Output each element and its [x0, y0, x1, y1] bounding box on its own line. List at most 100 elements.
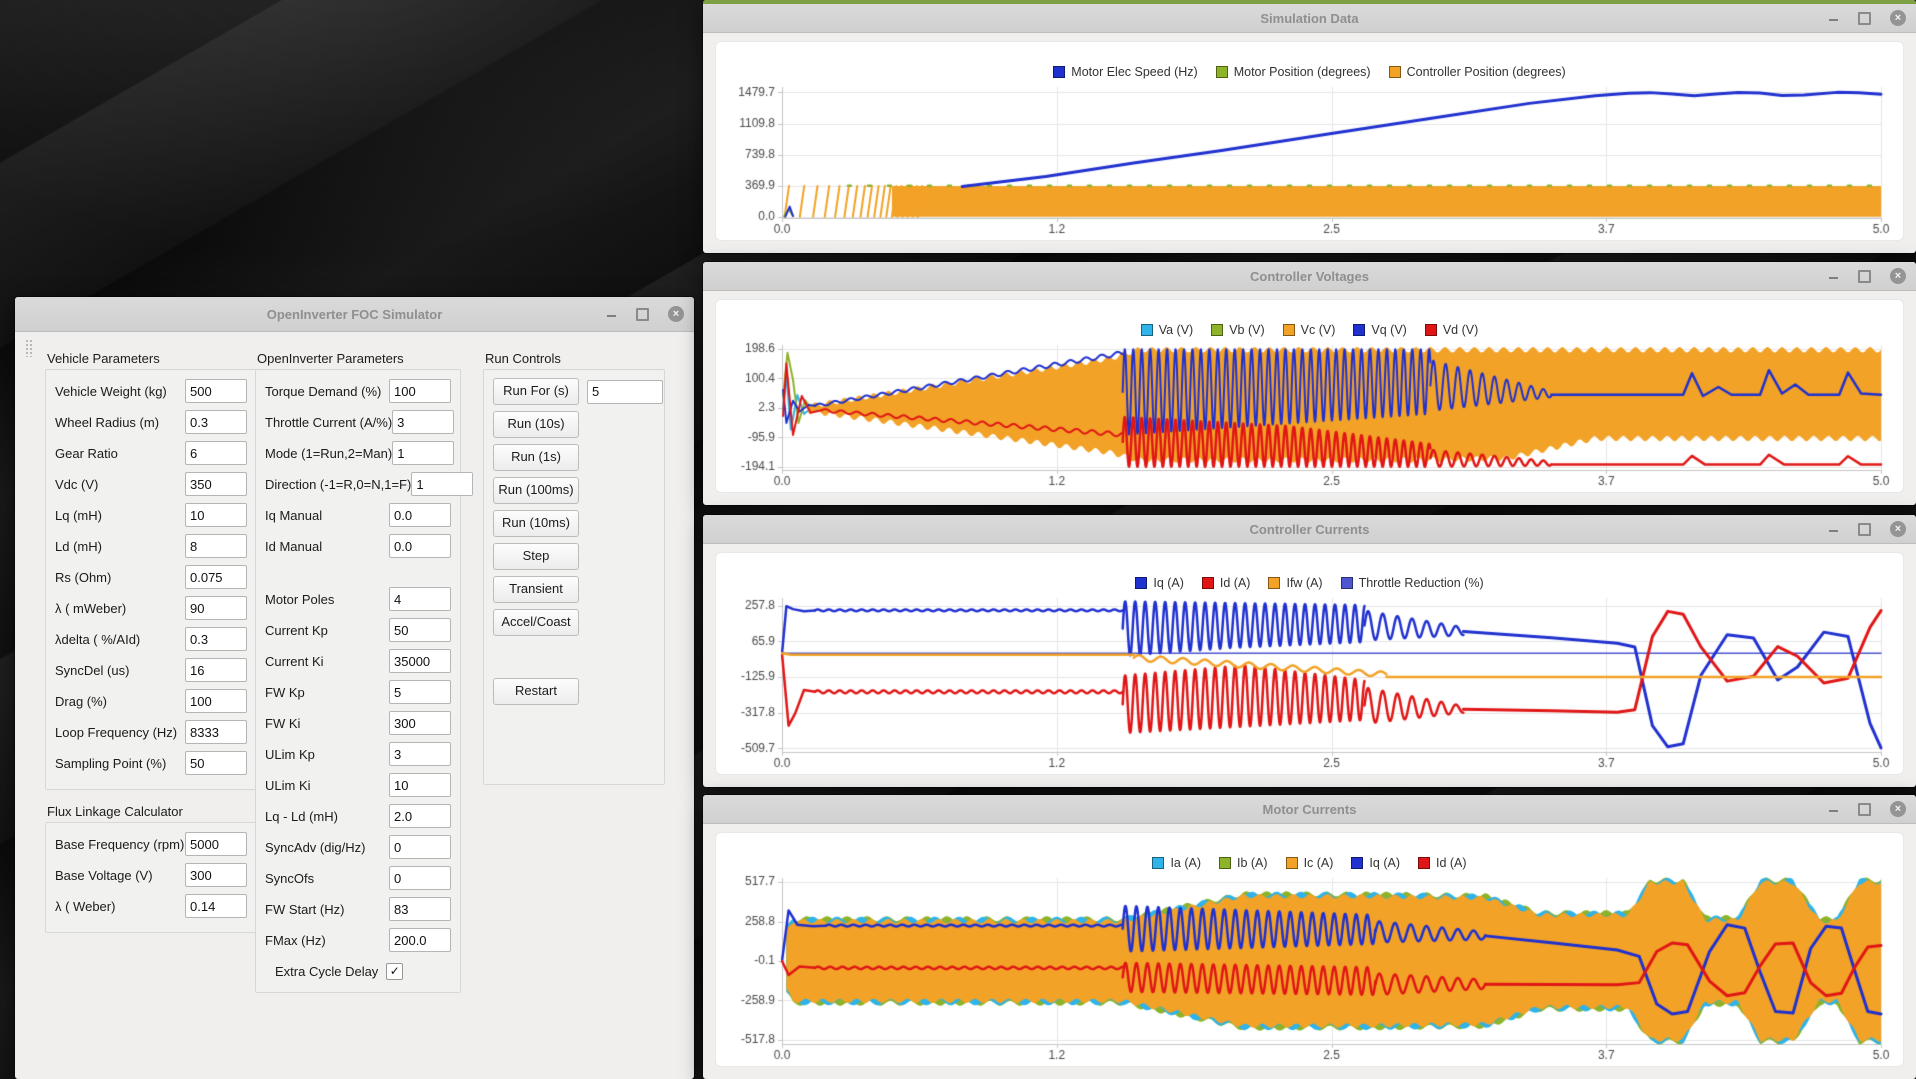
- param-row: FW Kp: [265, 679, 451, 705]
- minimize-icon[interactable]: [1828, 271, 1839, 282]
- param-row: Loop Frequency (Hz): [55, 719, 247, 745]
- drag-input[interactable]: [185, 689, 247, 713]
- gear-ratio-input[interactable]: [185, 441, 247, 465]
- section-header-openinverter-parameters: OpenInverter Parameters: [257, 351, 461, 366]
- param-row: λdelta ( %/AId): [55, 626, 247, 652]
- restore-icon[interactable]: [1858, 523, 1871, 536]
- restore-icon[interactable]: [1858, 803, 1871, 816]
- minimize-icon[interactable]: [1828, 804, 1839, 815]
- rs-ohm-label: Rs (Ohm): [55, 570, 185, 585]
- mweber-label: λ ( mWeber): [55, 601, 185, 616]
- simulator-titlebar[interactable]: OpenInverter FOC Simulator ×: [15, 297, 694, 332]
- throttle-current-a-input[interactable]: [392, 410, 454, 434]
- direction-1-r-0-n-1-f-input[interactable]: [411, 472, 473, 496]
- base-voltage-v-input[interactable]: [185, 863, 247, 887]
- button-run-1s[interactable]: Run (1s): [493, 444, 579, 471]
- section-header-vehicle-parameters: Vehicle Parameters: [47, 351, 257, 366]
- vehicle-weight-kg-input[interactable]: [185, 379, 247, 403]
- group-openinverter-parameters: Torque Demand (%) Throttle Current (A/%) M…: [255, 369, 461, 993]
- legend-item: Va (V): [1141, 323, 1194, 337]
- iq-manual-input[interactable]: [389, 503, 451, 527]
- legend-label: Id (A): [1436, 856, 1467, 870]
- legend-item: Ia (A): [1152, 856, 1201, 870]
- current-ki-input[interactable]: [389, 649, 451, 673]
- titlebar-motor-currents[interactable]: Motor Currents ×: [703, 795, 1916, 824]
- button-run-10s[interactable]: Run (10s): [493, 411, 579, 438]
- weber-input[interactable]: [185, 894, 247, 918]
- param-row: Wheel Radius (m): [55, 409, 247, 435]
- legend-swatch: [1353, 324, 1365, 336]
- fw-start-hz-input[interactable]: [389, 897, 451, 921]
- titlebar-controller-voltages[interactable]: Controller Voltages ×: [703, 262, 1916, 291]
- legend-item: Controller Position (degrees): [1389, 65, 1566, 79]
- restore-icon[interactable]: [1858, 12, 1871, 25]
- legend-label: Vc (V): [1301, 323, 1336, 337]
- minimize-icon[interactable]: [1828, 13, 1839, 24]
- button-step[interactable]: Step: [493, 543, 579, 570]
- sampling-point-input[interactable]: [185, 751, 247, 775]
- param-row: Mode (1=Run,2=Man): [265, 440, 451, 466]
- id-manual-input[interactable]: [389, 534, 451, 558]
- fw-ki-input[interactable]: [389, 711, 451, 735]
- button-run-for-s[interactable]: Run For (s): [493, 378, 579, 405]
- fmax-hz-input[interactable]: [389, 928, 451, 952]
- close-icon[interactable]: ×: [1890, 801, 1906, 817]
- param-row: Torque Demand (%): [265, 378, 451, 404]
- param-row: Throttle Current (A/%): [265, 409, 451, 435]
- syncdel-us-input[interactable]: [185, 658, 247, 682]
- lq-mh-input[interactable]: [185, 503, 247, 527]
- legend-swatch: [1202, 577, 1214, 589]
- ld-mh-input[interactable]: [185, 534, 247, 558]
- motor-poles-input[interactable]: [389, 587, 451, 611]
- chart-legend: Iq (A)Id (A)Ifw (A)Throttle Reduction (%…: [1135, 575, 1483, 590]
- param-row: Lq - Ld (mH): [265, 803, 451, 829]
- fw-kp-input[interactable]: [389, 680, 451, 704]
- ulim-ki-input[interactable]: [389, 773, 451, 797]
- base-frequency-rpm-input[interactable]: [185, 832, 247, 856]
- close-icon[interactable]: ×: [1890, 10, 1906, 26]
- run-row: Run (100ms): [493, 477, 655, 504]
- torque-demand-input[interactable]: [389, 379, 451, 403]
- button-run-100ms[interactable]: Run (100ms): [493, 477, 579, 504]
- legend-item: Motor Elec Speed (Hz): [1053, 65, 1197, 79]
- focused-window-accent: [703, 0, 1916, 4]
- close-icon[interactable]: ×: [1890, 521, 1906, 537]
- param-row: ULim Ki: [265, 772, 451, 798]
- window-controller-currents: Controller Currents × Iq (A)Id (A)Ifw (A…: [703, 515, 1916, 787]
- lq-ld-mh-input[interactable]: [389, 804, 451, 828]
- syncadv-dig-hz-input[interactable]: [389, 835, 451, 859]
- rs-ohm-input[interactable]: [185, 565, 247, 589]
- toolbar-grip-handle[interactable]: [25, 339, 32, 357]
- button-run-10ms[interactable]: Run (10ms): [493, 510, 579, 537]
- minimize-icon[interactable]: [606, 309, 617, 320]
- section-header-flux-linkage-calculator: Flux Linkage Calculator: [47, 804, 257, 819]
- ulim-kp-input[interactable]: [389, 742, 451, 766]
- delta-aid-input[interactable]: [185, 627, 247, 651]
- mweber-input[interactable]: [185, 596, 247, 620]
- button-restart[interactable]: Restart: [493, 678, 579, 705]
- vdc-v-input[interactable]: [185, 472, 247, 496]
- legend-item: Id (A): [1202, 576, 1251, 590]
- button-accel-coast[interactable]: Accel/Coast: [493, 609, 579, 636]
- minimize-icon[interactable]: [1828, 524, 1839, 535]
- param-row: Iq Manual: [265, 502, 451, 528]
- close-icon[interactable]: ×: [1890, 268, 1906, 284]
- close-icon[interactable]: ×: [668, 306, 684, 322]
- run-row: Transient: [493, 576, 655, 603]
- current-kp-input[interactable]: [389, 618, 451, 642]
- loop-frequency-hz-input[interactable]: [185, 720, 247, 744]
- restore-icon[interactable]: [636, 308, 649, 321]
- mode-1-run-2-man-input[interactable]: [392, 441, 454, 465]
- syncdel-us-label: SyncDel (us): [55, 663, 185, 678]
- extra-cycle-delay-checkbox[interactable]: ✓: [386, 963, 403, 980]
- titlebar-simulation-data[interactable]: Simulation Data ×: [703, 4, 1916, 33]
- param-row: Direction (-1=R,0=N,1=F): [265, 471, 451, 497]
- wheel-radius-m-input[interactable]: [185, 410, 247, 434]
- simulator-window: OpenInverter FOC Simulator × Vehicle Par…: [15, 297, 694, 1079]
- restore-icon[interactable]: [1858, 270, 1871, 283]
- titlebar-controller-currents[interactable]: Controller Currents ×: [703, 515, 1916, 544]
- run-for-seconds-input[interactable]: [587, 380, 663, 404]
- syncofs-input[interactable]: [389, 866, 451, 890]
- param-row: Drag (%): [55, 688, 247, 714]
- button-transient[interactable]: Transient: [493, 576, 579, 603]
